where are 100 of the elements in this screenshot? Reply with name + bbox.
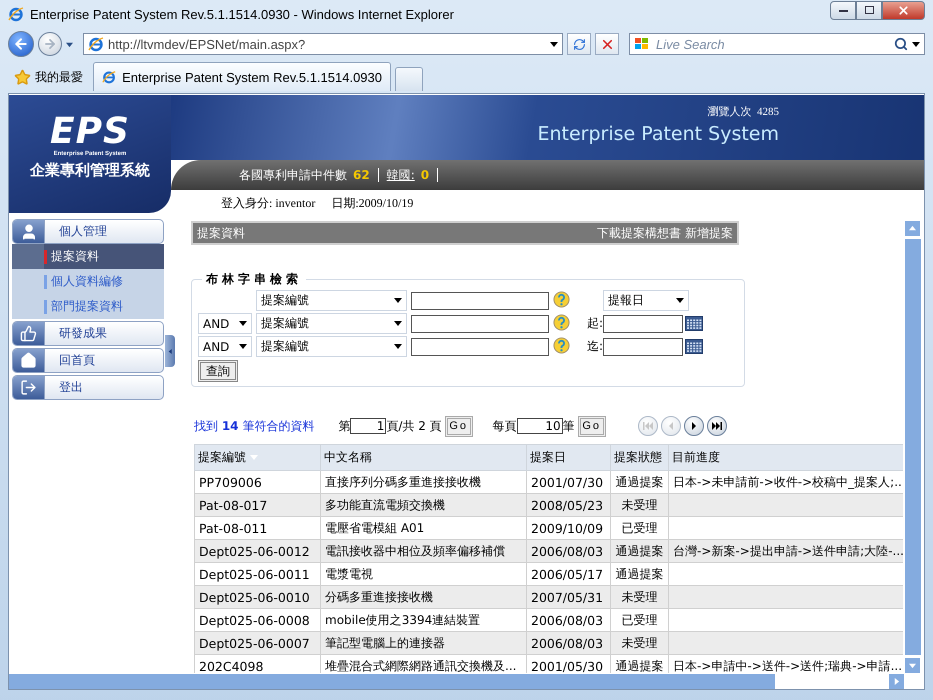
browser-tab[interactable]: Enterprise Patent System Rev.5.1.1514.0930 [93, 62, 391, 91]
from-date-input[interactable] [603, 314, 683, 332]
sidebar-subitem[interactable]: 部門提案資料 [12, 294, 164, 319]
forward-arrow-icon [43, 37, 57, 51]
collapse-handle[interactable] [165, 335, 175, 367]
table-cell: 2006/05/17 [526, 562, 610, 586]
table-cell: 2001/05/30 [526, 654, 610, 673]
keyword-input[interactable] [411, 314, 549, 332]
pager-button[interactable] [706, 416, 727, 436]
table-cell: 未受理 [610, 586, 668, 608]
stop-button[interactable] [595, 33, 619, 55]
url-text: http://ltvmdev/EPSNet/main.aspx? [108, 36, 306, 52]
maximize-button[interactable] [856, 0, 882, 20]
sidebar-item[interactable]: 回首頁 [12, 348, 164, 373]
table-cell: 電訊接收器中相位及頻率偏移補償 [320, 540, 526, 562]
table-cell: Dept025-06-0007 [194, 632, 320, 654]
address-field[interactable]: http://ltvmdev/EPSNet/main.aspx? [83, 33, 563, 55]
stat-value: 62 [353, 168, 370, 182]
logo-text: EPS [50, 113, 130, 151]
close-icon [897, 4, 910, 16]
caret-icon [676, 298, 684, 303]
sidebar-item[interactable]: 研發成果 [12, 321, 164, 346]
forward-button[interactable] [38, 32, 62, 56]
search-box[interactable]: Live Search [629, 33, 925, 55]
table-cell: 多功能直流電頻交換機 [320, 494, 526, 516]
previous-icon [668, 422, 674, 430]
close-button[interactable] [882, 0, 925, 20]
calendar-icon[interactable] [685, 316, 703, 331]
per-page-unit: 筆 [562, 418, 575, 434]
refresh-icon [572, 38, 586, 50]
table-cell: 已受理 [610, 516, 668, 540]
field-dropdown[interactable]: 提案編號 [256, 313, 407, 334]
query-button[interactable]: 查詢 [198, 360, 238, 382]
banner-title: Enterprise Patent System [537, 123, 779, 145]
exit-icon [20, 379, 37, 396]
sidebar-subitem[interactable]: 提案資料 [12, 244, 164, 269]
caret-icon [394, 321, 402, 326]
table-cell: 2006/08/03 [526, 608, 610, 632]
back-button[interactable] [8, 31, 34, 57]
action-link[interactable]: 下載提案構想書 [597, 224, 681, 242]
star-icon [14, 69, 31, 86]
operator-dropdown[interactable]: AND [198, 336, 252, 357]
help-icon[interactable] [553, 314, 570, 330]
search-legend: 布林字串檢索 [202, 271, 306, 288]
date-field-dropdown[interactable]: 提報日 [603, 290, 689, 311]
sort-icon [250, 455, 258, 460]
table-cell: 堆疊混合式網際網路通訊交換機及... [320, 654, 526, 673]
to-label: 迄: [586, 338, 603, 355]
table-cell: 2007/05/31 [526, 586, 610, 608]
column-header[interactable]: 提案編號 [194, 444, 320, 470]
column-header[interactable]: 提案狀態 [610, 444, 668, 470]
table-cell: 未受理 [610, 632, 668, 654]
left-arrow-icon [168, 348, 172, 354]
per-page-input[interactable]: 10 [516, 418, 563, 434]
thumbs-up-icon [20, 325, 37, 342]
table-cell: Pat-08-017 [194, 494, 320, 516]
stat-label: 各國專利申請中件數 [239, 166, 347, 184]
refresh-button[interactable] [567, 33, 591, 55]
scroll-thumb[interactable] [9, 674, 775, 688]
home-icon [20, 352, 37, 369]
down-arrow-icon [909, 662, 916, 669]
table-cell: 筆記型電腦上的連接器 [320, 632, 526, 654]
window-title: Enterprise Patent System Rev.5.1.1514.0930 - Windows Internet Explorer [30, 6, 455, 22]
table-cell: 通過提案 [610, 654, 668, 673]
skip-forward-icon [712, 422, 722, 430]
action-link[interactable]: 新增提案 [685, 224, 733, 242]
operator-dropdown[interactable]: AND [198, 313, 252, 334]
table-cell: 202C4098 [194, 654, 320, 673]
favorites-button[interactable]: 我的最愛 [8, 64, 89, 91]
skip-back-icon [642, 422, 653, 430]
keyword-input[interactable] [411, 338, 549, 356]
table-cell: 通過提案 [610, 540, 668, 562]
stat-link[interactable]: 韓國: [386, 166, 415, 184]
go-button[interactable]: Go [578, 416, 606, 436]
sidebar-item[interactable]: 個人管理 [12, 219, 164, 244]
table-cell: 未受理 [610, 494, 668, 516]
column-header[interactable]: 目前進度 [668, 444, 903, 470]
per-page-label: 每頁 [492, 418, 517, 434]
browser-logo-icon [102, 69, 116, 85]
minimize-button[interactable] [830, 0, 856, 20]
table-cell: 2006/08/03 [526, 540, 610, 562]
field-dropdown[interactable]: 提案編號 [256, 290, 407, 311]
table-cell: Dept025-06-0012 [194, 540, 320, 562]
column-header[interactable]: 提案日 [526, 444, 610, 470]
to-date-input[interactable] [603, 338, 683, 356]
sidebar-item[interactable]: 登出 [12, 375, 164, 400]
page-input[interactable]: 1 [350, 418, 386, 434]
keyword-input[interactable] [411, 292, 549, 310]
pager-button[interactable] [684, 416, 704, 436]
table-cell: 直接序列分碼多重進接接收機 [320, 470, 526, 494]
column-header[interactable]: 中文名稱 [320, 444, 526, 470]
calendar-icon[interactable] [685, 339, 703, 354]
table-cell: 分碼多重進接接收機 [320, 586, 526, 608]
field-dropdown[interactable]: 提案編號 [256, 336, 407, 357]
go-button[interactable]: Go [444, 416, 473, 436]
help-icon[interactable] [553, 290, 570, 308]
sidebar-subitem[interactable]: 個人資料編修 [12, 269, 164, 294]
table-cell: Dept025-06-0010 [194, 586, 320, 608]
help-icon[interactable] [553, 336, 570, 354]
login-date: 日期:2009/10/19 [331, 195, 414, 212]
